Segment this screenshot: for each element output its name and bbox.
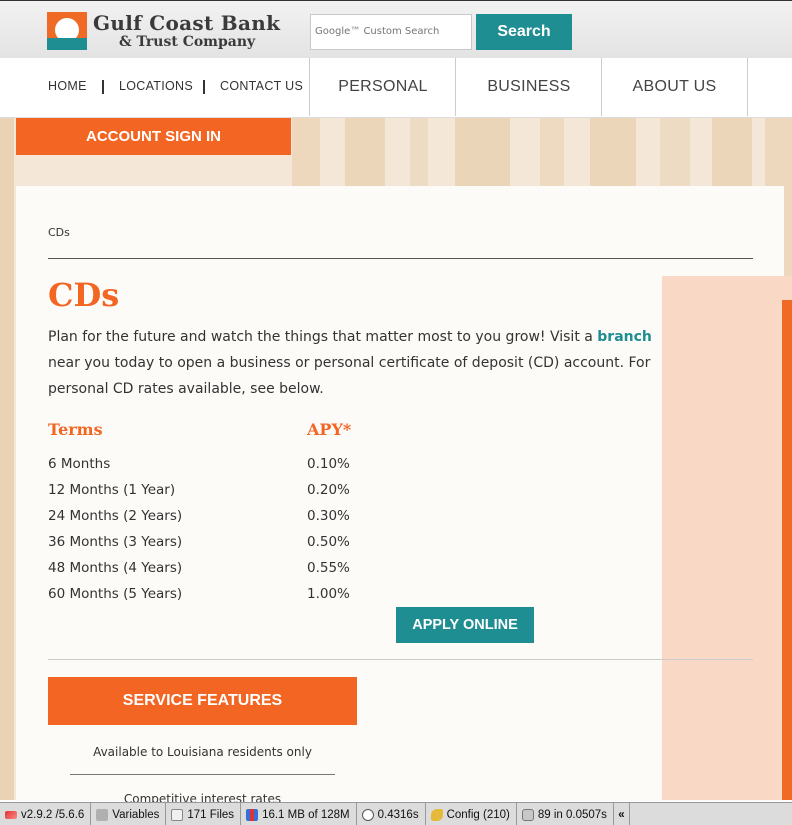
nav-home[interactable]: HOME — [48, 79, 87, 93]
term-cell: 60 Months (5 Years) — [48, 586, 183, 602]
term-cell: 48 Months (4 Years) — [48, 560, 183, 576]
intro-text-continued: near you today to open a business or per… — [48, 355, 651, 397]
nav-divider — [203, 80, 205, 94]
logo-subname: & Trust Company — [119, 34, 256, 50]
logo-name: Gulf Coast Bank — [93, 11, 281, 35]
bank-logo[interactable]: Gulf Coast Bank & Trust Company — [47, 12, 280, 50]
apy-cell: 0.20% — [307, 482, 350, 498]
term-cell: 6 Months — [48, 456, 111, 472]
pulse-icon — [5, 810, 17, 819]
sunset-logo-icon — [47, 12, 87, 50]
divider — [48, 659, 753, 660]
nav-divider — [102, 80, 104, 94]
box-icon — [96, 808, 109, 821]
decorative-paint-edge — [782, 300, 792, 800]
account-sign-in-button[interactable]: ACCOUNT SIGN IN — [16, 118, 291, 155]
feature-item: Available to Louisiana residents only — [93, 745, 312, 759]
intro-paragraph: Plan for the future and watch the things… — [48, 324, 688, 402]
intro-text: Plan for the future and watch the things… — [48, 329, 598, 345]
key-icon — [430, 808, 443, 821]
apy-cell: 0.50% — [307, 534, 350, 550]
breadcrumb: CDs — [48, 226, 70, 239]
files-icon — [171, 808, 184, 821]
term-cell: 36 Months (3 Years) — [48, 534, 183, 550]
apy-cell: 0.30% — [307, 508, 350, 524]
service-features-header[interactable]: SERVICE FEATURES — [48, 677, 357, 725]
apy-cell: 1.00% — [307, 586, 350, 602]
search-field[interactable] — [310, 14, 472, 50]
term-cell: 24 Months (2 Years) — [48, 508, 183, 524]
term-cell: 12 Months (1 Year) — [48, 482, 176, 498]
debug-queries[interactable]: 89 in 0.0507s — [517, 803, 614, 825]
terms-header: Terms — [48, 420, 103, 439]
collapse-toolbar-button[interactable]: « — [614, 803, 630, 825]
apy-cell: 0.10% — [307, 456, 350, 472]
chart-icon — [246, 808, 259, 821]
branch-link[interactable]: branch — [597, 329, 652, 345]
apply-online-button[interactable]: APPLY ONLINE — [396, 607, 534, 643]
nav-personal[interactable]: PERSONAL — [309, 58, 456, 116]
main-nav: HOME LOCATIONS CONTACT US PERSONAL BUSIN… — [0, 58, 792, 118]
divider — [70, 774, 335, 775]
apy-cell: 0.55% — [307, 560, 350, 576]
debug-version[interactable]: v2.9.2 /5.6.6 — [0, 803, 92, 825]
search-input[interactable] — [315, 26, 471, 37]
nav-business[interactable]: BUSINESS — [455, 58, 602, 116]
debug-variables[interactable]: Variables — [91, 803, 167, 825]
database-icon — [521, 808, 534, 821]
search-button[interactable]: Search — [476, 14, 572, 50]
debug-toolbar: v2.9.2 /5.6.6 Variables 171 Files 16.1 M… — [0, 802, 792, 825]
nav-about-us[interactable]: ABOUT US — [601, 58, 748, 116]
page-title: CDs — [48, 276, 120, 314]
top-bar: Gulf Coast Bank & Trust Company Search — [0, 0, 792, 58]
debug-files[interactable]: 171 Files — [166, 803, 242, 825]
nav-contact-us[interactable]: CONTACT US — [220, 79, 303, 93]
debug-memory[interactable]: 16.1 MB of 128M — [241, 803, 357, 825]
nav-locations[interactable]: LOCATIONS — [119, 79, 193, 93]
divider — [48, 258, 753, 259]
apy-header: APY* — [307, 420, 352, 439]
debug-config[interactable]: Config (210) — [426, 803, 517, 825]
debug-time[interactable]: 0.4316s — [357, 803, 426, 825]
clock-icon — [361, 808, 374, 821]
